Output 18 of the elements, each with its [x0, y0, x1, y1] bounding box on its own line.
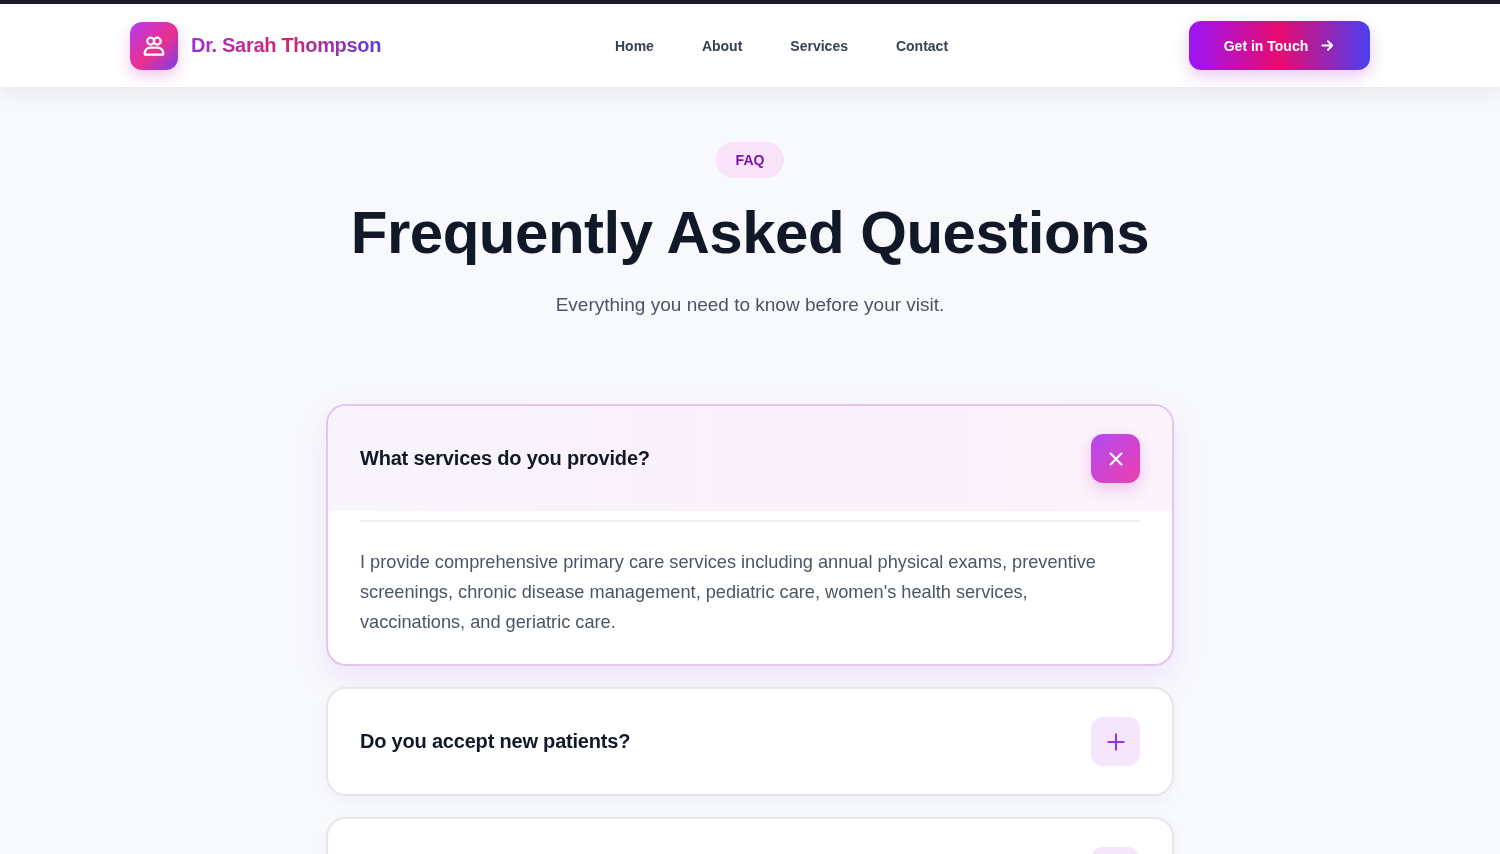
- faq-question: What services do you provide?: [360, 447, 650, 470]
- plus-icon: [1106, 732, 1125, 751]
- get-in-touch-button[interactable]: Get in Touch: [1189, 21, 1370, 70]
- nav-link[interactable]: Home: [591, 31, 678, 60]
- nav-link[interactable]: Services: [766, 31, 872, 60]
- faq-answer: I provide comprehensive primary care services including annual physical exams, preventive screenings, chronic disease management, pediatric care, women's health services, vaccinations, and geriatric care.: [360, 551, 1097, 634]
- people-icon: [130, 21, 178, 70]
- expand-button[interactable]: [1091, 717, 1140, 766]
- page-subtitle: Everything you need to know before your visit.: [555, 293, 945, 317]
- brand-name[interactable]: Dr. Sarah Thompson: [191, 34, 382, 57]
- page-title: Frequently Asked Questions: [350, 200, 1150, 266]
- arrow-right-icon: [1320, 38, 1336, 53]
- nav-link[interactable]: About: [677, 31, 767, 60]
- section-tag: FAQ: [715, 142, 785, 178]
- close-icon: [1106, 449, 1125, 468]
- faq-question: Do you accept new patients?: [360, 730, 631, 753]
- nav-link[interactable]: Contact: [871, 31, 973, 60]
- collapse-button[interactable]: [1091, 434, 1140, 483]
